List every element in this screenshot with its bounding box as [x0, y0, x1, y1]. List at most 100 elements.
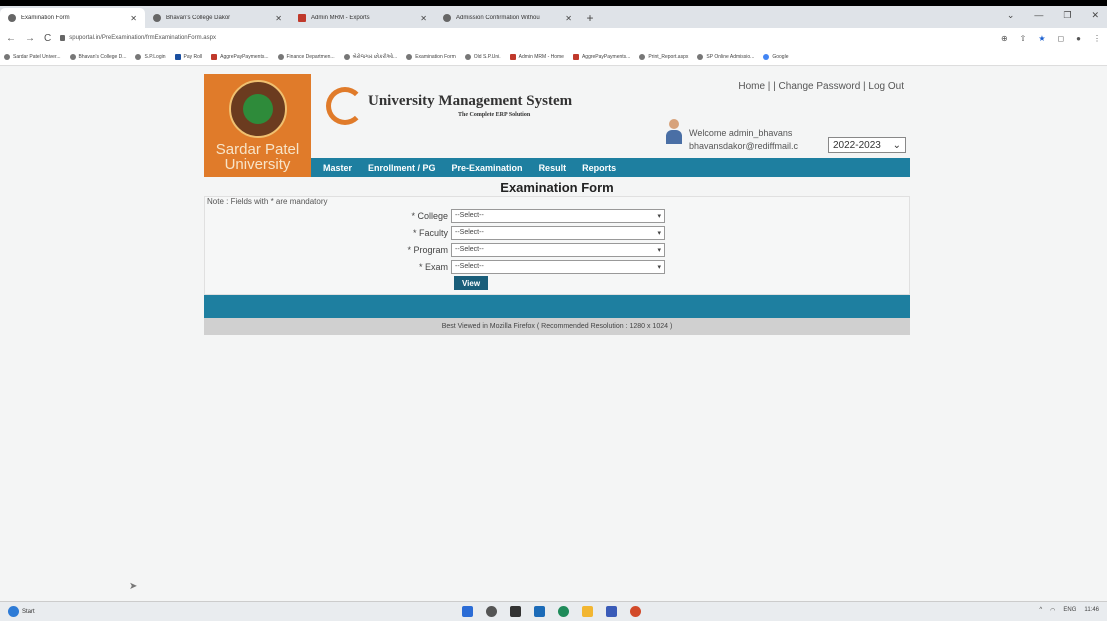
address-actions: ⊕ ⇧ ★ ◻ ● ⋮ [1001, 34, 1101, 43]
bookmark-item[interactable]: Old S.P.Uni. [464, 53, 501, 60]
page-title: Examination Form [500, 180, 614, 195]
globe-icon [135, 53, 142, 60]
close-icon[interactable]: ✕ [565, 14, 572, 23]
clock[interactable]: 11:46 [1084, 607, 1099, 614]
bookmark-item[interactable]: AggrePayPayments... [572, 53, 630, 60]
bookmark-icon [464, 53, 471, 60]
dropdown-arrow-icon: ▾ [657, 229, 661, 237]
bookmark-icon [69, 53, 76, 60]
close-icon[interactable]: ✕ [420, 14, 427, 23]
bookmark-icon [211, 53, 218, 60]
store-icon[interactable] [606, 606, 617, 617]
bookmark-item[interactable]: Finance Departmen... [277, 53, 335, 60]
close-icon[interactable]: ✕ [130, 14, 137, 23]
star-icon[interactable]: ★ [1038, 34, 1045, 43]
page-content: Sardar Patel University University Manag… [0, 67, 1107, 601]
menu-icon[interactable]: ⋮ [1093, 34, 1101, 43]
dropdown-arrow-icon: ▾ [657, 263, 661, 271]
sidebar-icon[interactable]: ◻ [1058, 34, 1065, 43]
header-links[interactable]: Home | | Change Password | Log Out [738, 81, 904, 92]
screen: Examination Form ✕ Bhavan's College Dako… [0, 0, 1107, 621]
bookmark-item[interactable]: Sardar Patel Univer... [4, 53, 61, 60]
back-icon[interactable]: ← [6, 33, 16, 44]
chrome-icon[interactable] [534, 606, 545, 617]
exam-label: * Exam [418, 261, 448, 272]
profile-icon[interactable]: ● [1076, 34, 1081, 43]
academic-year-select[interactable]: 2022-2023 ⌄ [828, 137, 906, 153]
task-view-icon[interactable] [510, 606, 521, 617]
close-icon[interactable]: ✕ [275, 14, 282, 23]
bookmark-item[interactable]: બેરોજગાર છોકરીઓ... [343, 53, 397, 60]
bookmark-item[interactable]: Pay Roll [174, 53, 202, 60]
bookmark-icon [4, 53, 10, 60]
bookmark-item[interactable]: Admin MRM - Home [509, 53, 564, 60]
exam-row: * Exam --Select-- ▾ [365, 259, 670, 274]
globe-icon [8, 14, 16, 22]
close-window-icon[interactable]: ✕ [1091, 10, 1099, 21]
main-nav: Master Enrollment / PG Pre-Examination R… [311, 158, 910, 177]
minimize-icon[interactable]: — [1034, 10, 1043, 21]
view-button[interactable]: View [454, 276, 488, 290]
user-avatar-icon [666, 119, 682, 145]
bookmark-item[interactable]: AggrePayPayments... [211, 53, 269, 60]
university-logo-block[interactable]: Sardar Patel University [204, 74, 311, 177]
tab-bhavans-college[interactable]: Bhavan's College Dakor ✕ [145, 8, 290, 28]
chevron-down-icon[interactable]: ⌄ [1007, 10, 1015, 21]
bookmark-item[interactable]: Google [763, 53, 788, 60]
edge-icon[interactable] [558, 606, 569, 617]
browser-app-icon[interactable] [630, 606, 641, 617]
zoom-icon[interactable]: ⊕ [1001, 34, 1008, 43]
bookmark-icon [174, 53, 181, 60]
start-orb-icon [8, 606, 19, 617]
nav-result[interactable]: Result [539, 163, 567, 173]
tab-admission-confirmation[interactable]: Admission Confirmation Withou ✕ [435, 8, 580, 28]
exam-form-panel: Note : Fields with * are mandatory * Col… [204, 196, 910, 295]
globe-icon [343, 53, 350, 60]
search-icon[interactable] [486, 606, 497, 617]
user-email: bhavansdakor@rediffmail.c [689, 141, 799, 151]
system-subtitle: The Complete ERP Solution [458, 112, 531, 118]
system-tray: ^ ◠ ENG 11:46 [1039, 607, 1099, 614]
share-icon[interactable]: ⇧ [1020, 34, 1027, 43]
college-icon [153, 14, 161, 22]
tab-examination-form[interactable]: Examination Form ✕ [0, 8, 145, 28]
university-name: Sardar Patel University [215, 141, 300, 173]
forward-icon[interactable]: → [25, 33, 35, 44]
url-field[interactable]: spuportal.in/PreExamination/frmExaminati… [60, 35, 992, 41]
faculty-select[interactable]: --Select-- ▾ [451, 225, 665, 240]
globe-icon [697, 53, 704, 60]
bookmark-item[interactable]: Examination Form [406, 53, 456, 60]
new-tab-button[interactable]: + [580, 8, 600, 28]
dropdown-arrow-icon: ▾ [657, 246, 661, 254]
dropdown-arrow-icon: ▾ [657, 212, 661, 220]
bookmark-item[interactable]: S.P.Login [135, 53, 166, 60]
system-title: University Management System [368, 93, 573, 109]
bookmark-item[interactable]: SP Online Admissio... [697, 53, 754, 60]
bookmark-item[interactable]: Print_Report.aspx [639, 53, 688, 60]
program-select[interactable]: --Select-- ▾ [451, 242, 665, 257]
network-icon[interactable]: ◠ [1050, 607, 1055, 614]
reload-icon[interactable]: C [44, 33, 51, 44]
lock-icon [60, 35, 66, 41]
year-value: 2022-2023 [833, 139, 881, 151]
mouse-cursor-icon: ➤ [129, 581, 138, 592]
exam-select[interactable]: --Select-- ▾ [451, 259, 665, 274]
nav-master[interactable]: Master [323, 163, 352, 173]
tab-label: Admission Confirmation Withou [456, 15, 540, 21]
nav-reports[interactable]: Reports [582, 163, 616, 173]
tab-admin-mrm-exports[interactable]: Admin MRM - Exports ✕ [290, 8, 435, 28]
welcome-block: Welcome admin_bhavans bhavansdakor@redif… [689, 127, 798, 153]
nav-enrollment-pg[interactable]: Enrollment / PG [368, 163, 436, 173]
windows-icon[interactable] [462, 606, 473, 617]
ums-container: Sardar Patel University University Manag… [204, 74, 910, 335]
folder-icon[interactable] [582, 606, 593, 617]
bookmarks-bar: Sardar Patel Univer... Bhavan's College … [0, 48, 1107, 66]
bookmark-item[interactable]: Bhavan's College D... [69, 53, 126, 60]
language-indicator[interactable]: ENG [1063, 607, 1076, 614]
nav-pre-examination[interactable]: Pre-Examination [452, 163, 523, 173]
start-button[interactable]: Start [8, 606, 35, 617]
college-select[interactable]: --Select-- ▾ [451, 208, 665, 223]
restore-icon[interactable]: ❐ [1063, 10, 1071, 21]
ums-logo-icon [326, 87, 364, 125]
chevron-up-icon[interactable]: ^ [1039, 607, 1042, 614]
